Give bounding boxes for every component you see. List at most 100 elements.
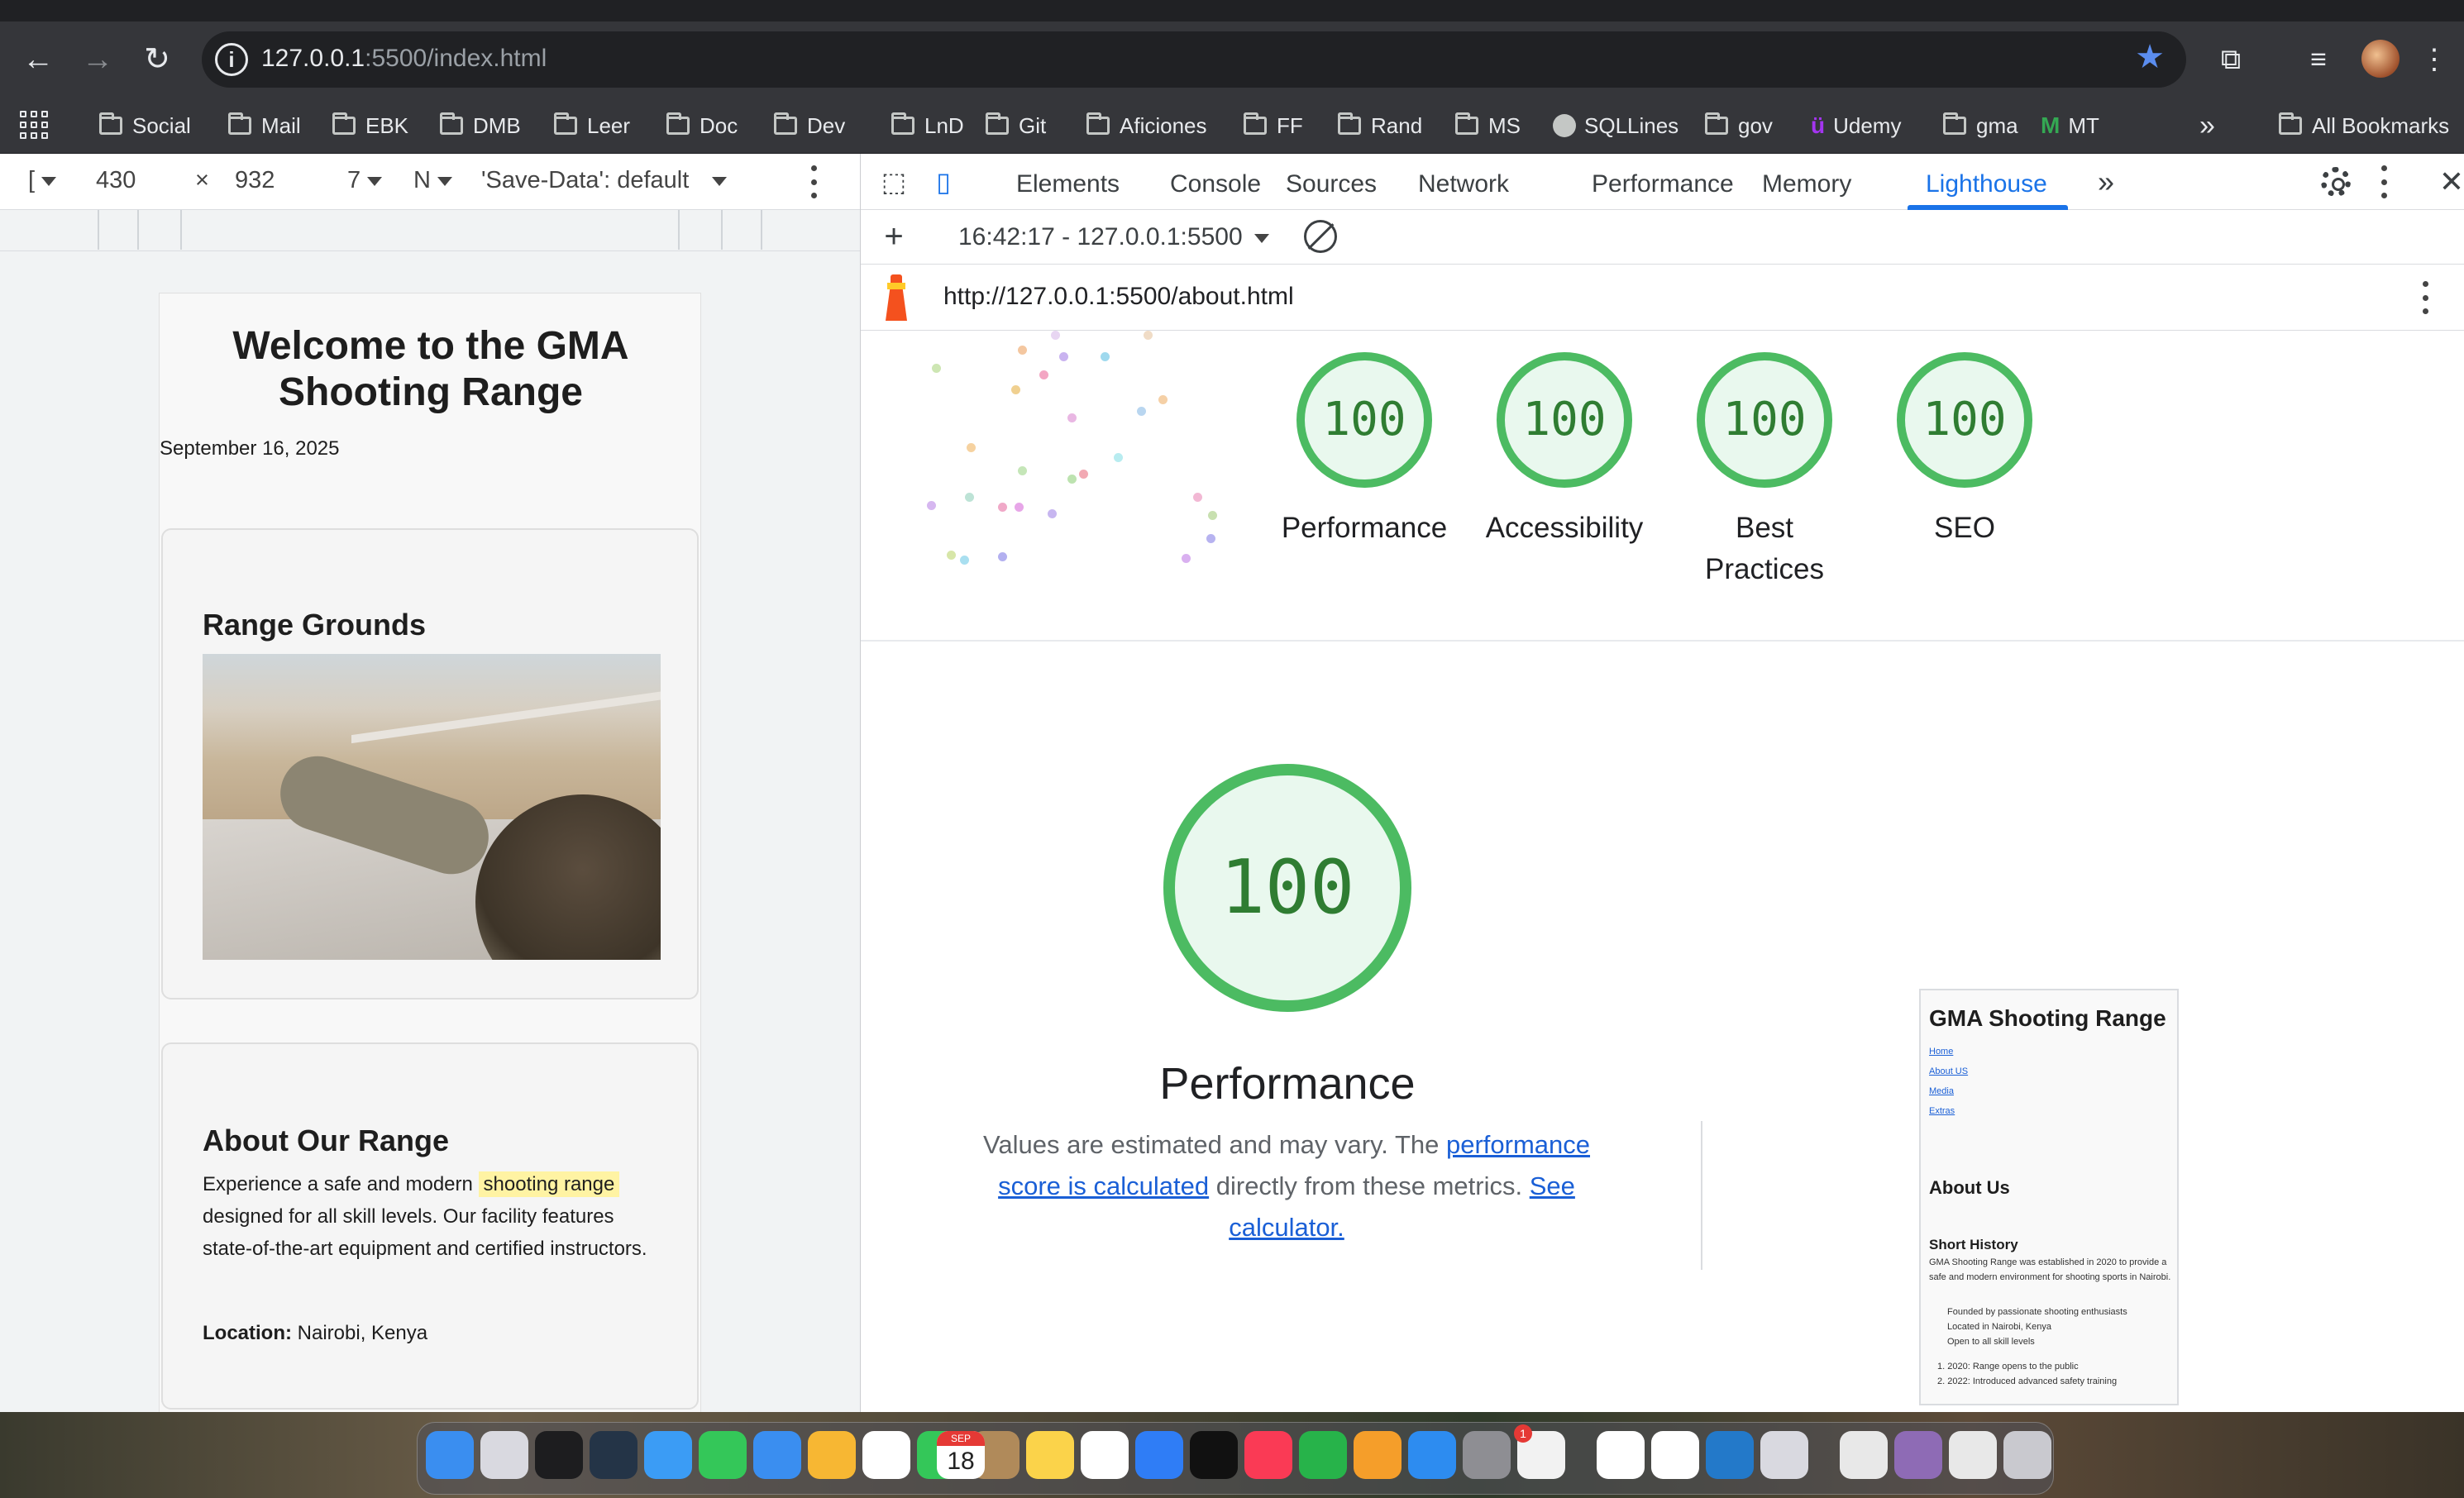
gauge-performance[interactable]: 100 Performance: [1269, 352, 1459, 549]
extensions-icon[interactable]: ⧉: [2211, 40, 2251, 79]
lighthouse-report: 100 Performance 100 Accessibility 100 Best Pr…: [861, 331, 2464, 1412]
keynote-icon[interactable]: [1135, 1431, 1183, 1479]
final-screenshot-thumbnail[interactable]: GMA Shooting Range Home About US Media E…: [1919, 989, 2179, 1405]
bookmark-mail[interactable]: Mail: [228, 107, 301, 144]
device-toggle-icon[interactable]: ▯: [927, 165, 960, 198]
report-menu-icon[interactable]: [2422, 281, 2428, 314]
bookmark-gov[interactable]: gov: [1705, 107, 1773, 144]
notes-icon[interactable]: [1026, 1431, 1074, 1479]
reminders-icon[interactable]: [862, 1431, 910, 1479]
bookmark-dmb[interactable]: DMB: [440, 107, 521, 144]
tab-lighthouse[interactable]: Lighthouse: [1926, 170, 2047, 198]
folder-icon: [891, 112, 914, 135]
preview-icon[interactable]: [1760, 1431, 1808, 1479]
music-icon[interactable]: [1244, 1431, 1292, 1479]
report-url[interactable]: http://127.0.0.1:5500/about.html: [943, 283, 1294, 311]
bookmark-mt[interactable]: M MT: [2041, 107, 2099, 144]
bookmark-sqllines[interactable]: SQLLines: [1553, 107, 1678, 144]
about-text: designed for all skill levels. Our facil…: [203, 1205, 647, 1260]
tab-console[interactable]: Console: [1170, 170, 1261, 198]
bookmark-lnd[interactable]: LnD: [891, 107, 964, 144]
photos-icon[interactable]: [808, 1431, 856, 1479]
vertical-divider: [1701, 1121, 1702, 1270]
tab-memory[interactable]: Memory: [1762, 170, 1851, 198]
settings-gear-icon[interactable]: [2321, 167, 2351, 197]
bookmark-dev[interactable]: Dev: [774, 107, 845, 144]
numbers-icon[interactable]: [1299, 1431, 1347, 1479]
gauge-accessibility[interactable]: 100 Accessibility: [1469, 352, 1659, 549]
bookmark-ff[interactable]: FF: [1244, 107, 1303, 144]
profile-avatar[interactable]: [2361, 40, 2400, 78]
bookmark-gma[interactable]: gma: [1943, 107, 2018, 144]
bookmark-rand[interactable]: Rand: [1338, 107, 1422, 144]
save-data-dropdown[interactable]: 'Save-Data': default: [481, 167, 728, 194]
bookmark-label: gma: [1976, 112, 2018, 138]
forward-button[interactable]: →: [78, 40, 117, 79]
clear-reports-icon[interactable]: [1304, 220, 1337, 253]
bookmark-label: Doc: [700, 112, 738, 138]
safari-icon[interactable]: [644, 1431, 692, 1479]
url-text[interactable]: 127.0.0.1:5500/index.html: [261, 45, 547, 73]
tab-elements[interactable]: Elements: [1016, 170, 1120, 198]
terminal-icon[interactable]: [535, 1431, 583, 1479]
spreadsheet-icon[interactable]: [1949, 1431, 1997, 1479]
appstore-icon[interactable]: [1408, 1431, 1456, 1479]
tab-performance[interactable]: Performance: [1592, 170, 1734, 198]
gauge-seo[interactable]: 100 SEO: [1869, 352, 2060, 549]
device-toolbar-menu-icon[interactable]: [810, 165, 817, 198]
appletv-icon[interactable]: [1190, 1431, 1238, 1479]
score-ring: 100: [1697, 352, 1832, 488]
launchpad-icon[interactable]: [480, 1431, 528, 1479]
bookmark-doc[interactable]: Doc: [666, 107, 738, 144]
apps-grid-icon[interactable]: [20, 107, 48, 139]
throttling-dropdown[interactable]: N: [413, 167, 452, 194]
chrome-icon[interactable]: [1597, 1431, 1645, 1479]
bookmark-ebk[interactable]: EBK: [332, 107, 408, 144]
chrome-menu-icon[interactable]: ⋮: [2418, 40, 2451, 79]
bookmark-git[interactable]: Git: [986, 107, 1046, 144]
height-input[interactable]: 932: [235, 167, 275, 194]
new-report-plus-icon[interactable]: +: [877, 220, 910, 253]
location-line: Location: Nairobi, Kenya: [203, 1317, 666, 1349]
finder-icon[interactable]: [426, 1431, 474, 1479]
document-icon[interactable]: [1840, 1431, 1888, 1479]
bookmark-social[interactable]: Social: [99, 107, 191, 144]
slack-icon[interactable]: [1651, 1431, 1699, 1479]
address-bar[interactable]: i 127.0.0.1:5500/index.html ★: [202, 31, 2186, 88]
archive-icon[interactable]: [1894, 1431, 1942, 1479]
width-input[interactable]: 430: [96, 167, 136, 194]
messages-icon[interactable]: [699, 1431, 747, 1479]
tab-sources[interactable]: Sources: [1286, 170, 1377, 198]
report-selector[interactable]: 16:42:17 - 127.0.0.1:5500: [958, 223, 1269, 251]
media-controls-icon[interactable]: ≡: [2299, 40, 2338, 79]
score-label: Accessibility: [1485, 512, 1644, 544]
back-button[interactable]: ←: [18, 40, 58, 79]
bookmark-udemy[interactable]: ü Udemy: [1811, 107, 1901, 144]
bookmark-star-icon[interactable]: ★: [2135, 38, 2165, 76]
mail-icon[interactable]: [753, 1431, 801, 1479]
site-info-icon[interactable]: i: [215, 43, 248, 76]
all-bookmarks-button[interactable]: All Bookmarks: [2279, 107, 2449, 144]
bookmark-leer[interactable]: Leer: [554, 107, 630, 144]
bookmark-label: gov: [1738, 112, 1773, 138]
bookmark-ms[interactable]: MS: [1455, 107, 1521, 144]
trash-icon[interactable]: [2003, 1431, 2051, 1479]
calendar-icon[interactable]: SEP 18: [937, 1431, 985, 1479]
chevron-down-icon: [437, 176, 452, 186]
inspect-element-icon[interactable]: ⬚: [877, 165, 910, 198]
close-devtools-icon[interactable]: ✕: [2435, 165, 2464, 198]
terminal-dark-icon[interactable]: [590, 1431, 637, 1479]
pages-icon[interactable]: [1354, 1431, 1402, 1479]
dimensions-dropdown[interactable]: [: [28, 167, 57, 194]
tab-network[interactable]: Network: [1418, 170, 1509, 198]
freeform-icon[interactable]: [1081, 1431, 1129, 1479]
more-bookmarks-button[interactable]: »: [2199, 107, 2215, 144]
devtools-menu-icon[interactable]: [2380, 165, 2387, 198]
gauge-best-practices[interactable]: 100 Best Practices: [1669, 352, 1860, 590]
zoom-dropdown[interactable]: 7: [347, 167, 383, 194]
more-tabs-button[interactable]: »: [2089, 165, 2123, 198]
reload-button[interactable]: ↻: [137, 40, 177, 79]
bookmark-aficiones[interactable]: Aficiones: [1086, 107, 1207, 144]
vscode-icon[interactable]: [1706, 1431, 1754, 1479]
system-settings-icon[interactable]: [1463, 1431, 1511, 1479]
